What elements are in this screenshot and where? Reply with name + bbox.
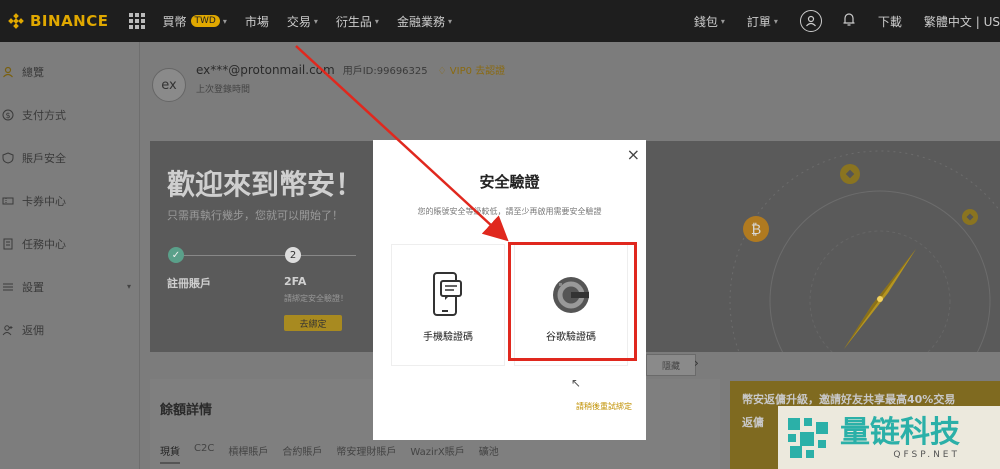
watermark-cn: 量链科技 xyxy=(840,414,960,450)
watermark-logo-icon xyxy=(788,417,828,458)
watermark-en: QFSP.NET xyxy=(893,449,960,460)
watermark-text: 量链科技 QFSP.NET xyxy=(840,414,960,460)
annotation-arrow xyxy=(295,45,509,242)
watermark: 量链科技 QFSP.NET xyxy=(778,406,1000,469)
